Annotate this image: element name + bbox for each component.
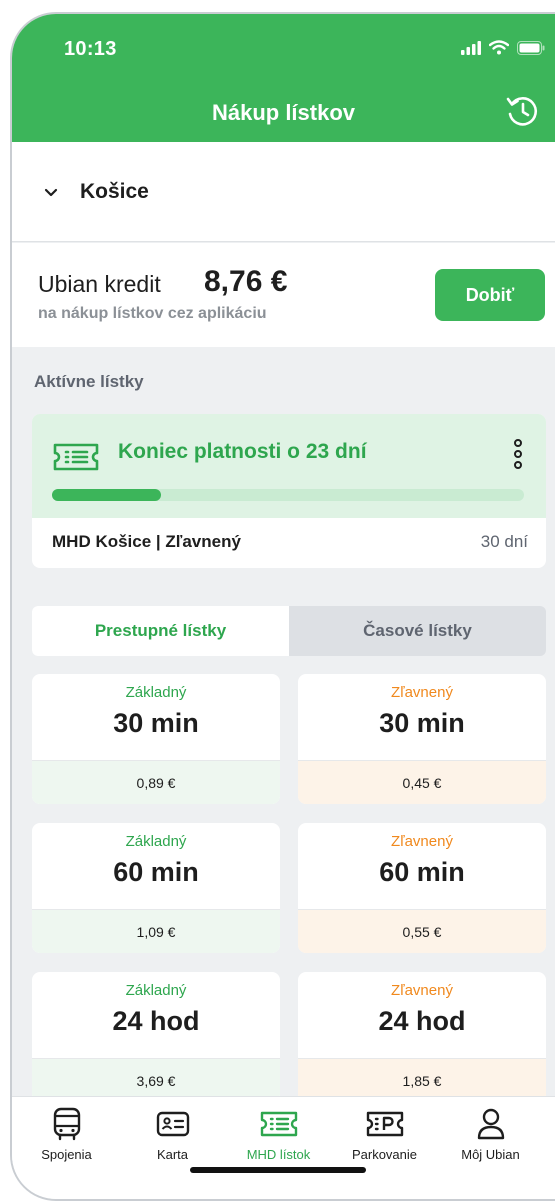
ticket-card[interactable]: Základný 60 min 1,09 € [32, 823, 280, 953]
ticket-type: Zľavnený [391, 982, 453, 999]
credit-panel: Ubian kredit 8,76 € na nákup lístkov cez… [12, 243, 555, 347]
active-ticket-name: MHD Košice | Zľavnený [52, 532, 241, 551]
ticket-price: 0,45 € [298, 760, 546, 804]
active-ticket-duration: 30 dní [480, 532, 528, 551]
credit-subtitle: na nákup lístkov cez aplikáciu [38, 305, 267, 322]
validity-progress-bar [52, 489, 524, 501]
ticket-duration: 60 min [379, 857, 465, 887]
tab-transfer-tickets[interactable]: Prestupné lístky [32, 606, 289, 656]
bottom-navigation: Spojenia Karta MHD lístok Parkovanie Môj… [12, 1096, 555, 1199]
ticket-card[interactable]: Zľavnený 24 hod 1,85 € [298, 972, 546, 1102]
wifi-icon [489, 40, 509, 55]
nav-label: Môj Ubian [461, 1147, 520, 1162]
ticket-tabs: Prestupné lístky Časové lístky [32, 606, 546, 656]
battery-icon [517, 40, 545, 55]
parking-ticket-icon [366, 1111, 403, 1137]
credit-amount: 8,76 € [204, 265, 288, 298]
ticket-card[interactable]: Základný 30 min 0,89 € [32, 674, 280, 804]
page-title: Nákup lístkov [211, 100, 356, 125]
ticket-type: Základný [125, 833, 187, 850]
signal-icon [461, 40, 481, 55]
nav-item-parkovanie[interactable]: Parkovanie [332, 1107, 437, 1162]
tab-time-tickets[interactable]: Časové lístky [289, 606, 546, 656]
active-ticket-expiry: Koniec platnosti o 23 dní [118, 440, 367, 463]
ticket-price: 1,09 € [32, 909, 280, 953]
ticket-duration: 24 hod [112, 1006, 200, 1036]
ticket-card[interactable]: Základný 24 hod 3,69 € [32, 972, 280, 1102]
ticket-duration: 30 min [113, 708, 199, 738]
chevron-down-icon [44, 188, 58, 197]
status-icons [461, 40, 545, 55]
ticket-icon [53, 443, 99, 471]
ticket-card[interactable]: Zľavnený 30 min 0,45 € [298, 674, 546, 804]
status-time: 10:13 [64, 38, 117, 60]
validity-progress-fill [52, 489, 161, 501]
app-screen: 10:13 Nákup lístkov Košice Ubian kredit … [10, 12, 555, 1201]
active-ticket-header: Koniec platnosti o 23 dní [32, 414, 546, 518]
ticket-type: Základný [125, 684, 187, 701]
bus-icon [53, 1107, 80, 1141]
ticket-type: Zľavnený [391, 684, 453, 701]
active-tickets-heading: Aktívne lístky [34, 372, 144, 391]
more-vertical-icon[interactable] [508, 434, 528, 474]
user-icon [477, 1108, 504, 1140]
city-name: Košice [80, 180, 149, 203]
ticket-duration: 60 min [113, 857, 199, 887]
ticket-type: Zľavnený [391, 833, 453, 850]
ticket-card[interactable]: Zľavnený 60 min 0,55 € [298, 823, 546, 953]
ticket-price: 0,55 € [298, 909, 546, 953]
active-ticket-card[interactable]: Koniec platnosti o 23 dní MHD Košice | Z… [32, 414, 546, 568]
ticket-icon [260, 1111, 297, 1137]
nav-label: Karta [156, 1147, 189, 1162]
nav-item-moj-ubian[interactable]: Môj Ubian [438, 1107, 543, 1162]
topup-button[interactable]: Dobiť [435, 269, 545, 321]
ticket-price: 0,89 € [32, 760, 280, 804]
id-card-icon [156, 1111, 189, 1137]
nav-label: MHD lístok [246, 1147, 311, 1162]
nav-item-spojenia[interactable]: Spojenia [14, 1107, 119, 1162]
credit-label: Ubian kredit [38, 271, 161, 297]
nav-label: Spojenia [41, 1147, 92, 1162]
ticket-duration: 30 min [379, 708, 465, 738]
app-header: 10:13 Nákup lístkov [12, 14, 555, 142]
home-indicator [190, 1167, 366, 1173]
ticket-type: Základný [125, 982, 187, 999]
nav-item-mhd-listok[interactable]: MHD lístok [226, 1107, 331, 1162]
nav-item-karta[interactable]: Karta [120, 1107, 225, 1162]
history-icon[interactable] [503, 92, 541, 130]
ticket-duration: 24 hod [378, 1006, 466, 1036]
nav-label: Parkovanie [351, 1147, 418, 1162]
city-selector[interactable]: Košice [12, 142, 555, 242]
